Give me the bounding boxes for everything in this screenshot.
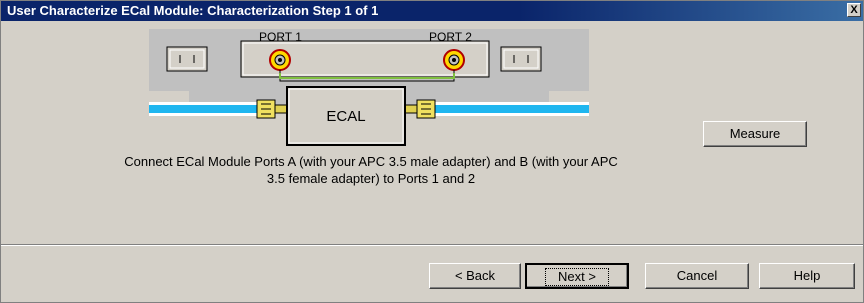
back-button[interactable]: < Back [429, 263, 521, 289]
separator [1, 244, 863, 246]
help-button[interactable]: Help [759, 263, 855, 289]
title-bar: User Characterize ECal Module: Character… [1, 1, 863, 21]
left-slot-box [166, 46, 208, 72]
close-icon[interactable]: X [847, 3, 861, 17]
window-title: User Characterize ECal Module: Character… [7, 3, 379, 18]
port2-label: PORT 2 [429, 30, 472, 44]
port2-connector-icon [443, 49, 465, 71]
port1-label: PORT 1 [259, 30, 302, 44]
next-button[interactable]: Next > [525, 263, 629, 289]
instructions-line-1: Connect ECal Module Ports A (with your A… [124, 154, 618, 169]
ecal-label: ECAL [326, 108, 365, 125]
port1-connector-icon [269, 49, 291, 71]
next-button-label: Next > [545, 268, 609, 286]
connection-diagram: PORT 1 PORT 2 ECAL [149, 29, 589, 146]
instructions-line-2: 3.5 female adapter) to Ports 1 and 2 [266, 171, 476, 186]
right-slot-box [500, 46, 542, 72]
instructions-text: Connect ECal Module Ports A (with your A… [71, 153, 671, 187]
cancel-button[interactable]: Cancel [645, 263, 749, 289]
measure-button[interactable]: Measure [703, 121, 807, 147]
characterization-dialog: User Characterize ECal Module: Character… [0, 0, 864, 303]
